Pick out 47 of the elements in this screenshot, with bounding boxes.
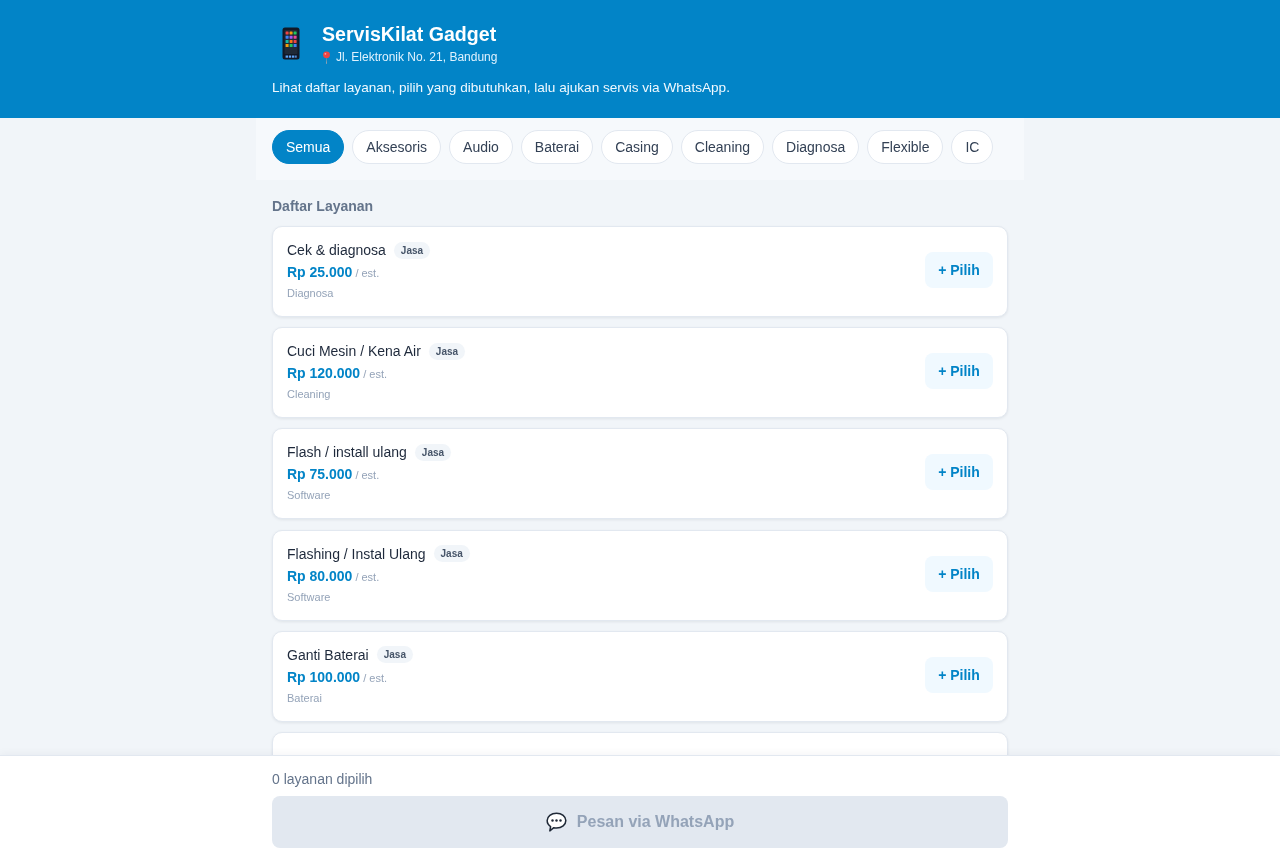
filter-chip[interactable]: Diagnosa (772, 130, 860, 164)
filter-chip[interactable]: Audio (449, 130, 513, 164)
filter-chip[interactable]: Aksesoris (352, 130, 442, 164)
select-button[interactable]: + Pilih (925, 656, 993, 693)
type-badge: Jasa (433, 545, 470, 563)
service-price: Rp 25.000 (287, 263, 353, 282)
service-category: Software (287, 589, 332, 605)
price-unit: / est. (355, 569, 380, 585)
price-unit: / est. (363, 367, 387, 383)
price-unit: / est. (363, 670, 387, 686)
type-badge: Jasa (393, 241, 431, 259)
service-name: Ganti Baterai (287, 645, 369, 665)
filter-chip[interactable]: Casing (601, 130, 673, 164)
service-name: Flash / install ulang (287, 443, 407, 463)
service-name: Flashing / Instal Ulang (287, 544, 426, 564)
service-category: Baterai (287, 690, 323, 706)
shop-address: Jl. Elektronik No. 21, Bandung (336, 49, 498, 66)
filter-chip[interactable]: Baterai (520, 130, 594, 164)
service-price: Rp 80.000 (287, 566, 353, 586)
select-button[interactable]: + Pilih (925, 555, 993, 592)
selected-count: 0 layanan dipilih (272, 770, 374, 788)
service-category: Software (287, 488, 332, 504)
type-badge: Jasa (414, 443, 452, 461)
select-button[interactable]: + Pilih (925, 353, 993, 390)
type-badge: Jasa (376, 646, 413, 664)
price-unit: / est. (355, 266, 380, 281)
type-badge: Jasa (428, 342, 466, 360)
service-name: Cek & diagnosa (287, 241, 386, 260)
filter-chip[interactable]: Flexible (867, 130, 944, 164)
service-price: Rp 100.000 (287, 667, 361, 687)
pin-icon (322, 50, 331, 64)
smartphone-icon (282, 27, 300, 60)
select-button[interactable]: + Pilih (925, 454, 993, 491)
service-category: Cleaning (287, 387, 332, 403)
select-button[interactable]: + Pilih (925, 252, 993, 288)
header-description: Lihat daftar layanan, pilih yang dibutuhkan, lalu ajukan servis via WhatsApp. (272, 79, 731, 97)
filter-chip[interactable]: IC (951, 130, 994, 164)
service-price: Rp 75.000 (287, 465, 353, 485)
filter-chip[interactable]: Semua (272, 130, 345, 164)
price-unit: / est. (355, 468, 380, 484)
service-price: Rp 120.000 (287, 364, 361, 384)
service-name: Cuci Mesin / Kena Air (287, 342, 421, 362)
shop-title: ServisKilat Gadget (322, 22, 498, 46)
service-category: Diagnosa (287, 286, 335, 301)
speech-bubble-icon (545, 812, 567, 832)
filter-chip[interactable]: Cleaning (680, 130, 765, 164)
section-title: Daftar Layanan (272, 198, 375, 214)
